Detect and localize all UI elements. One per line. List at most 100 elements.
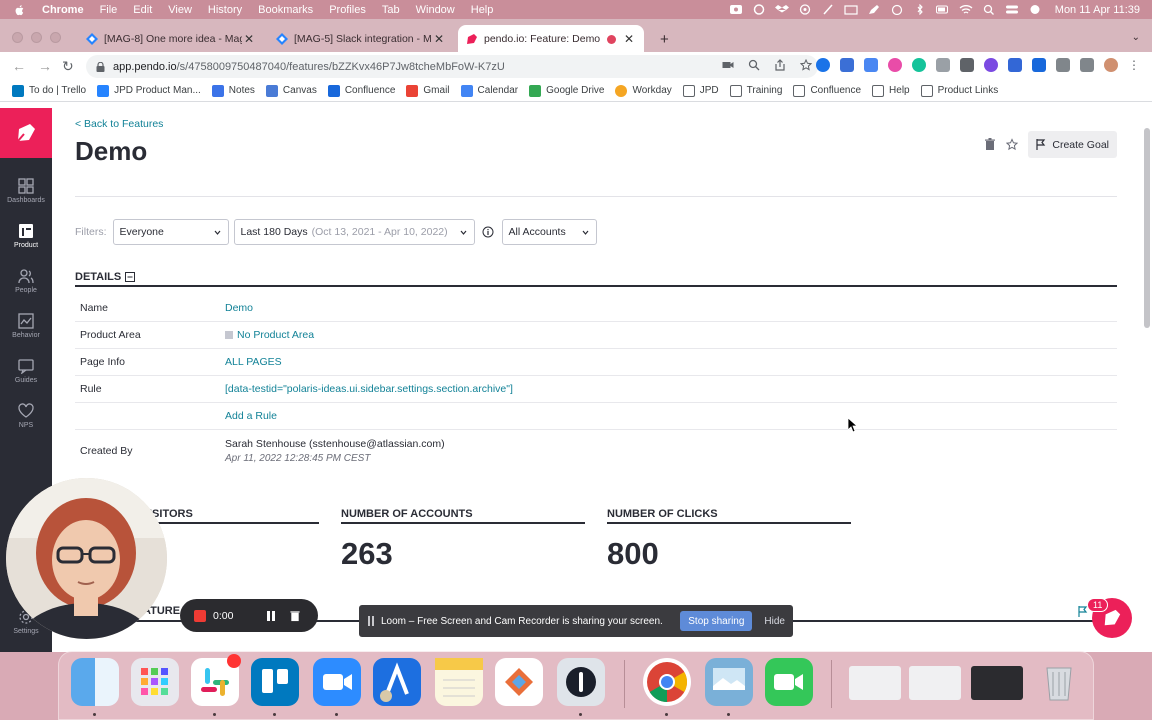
- accounts-select[interactable]: All Accounts: [501, 219, 597, 245]
- menu-edit[interactable]: Edit: [133, 4, 152, 16]
- drag-handle-icon[interactable]: [367, 616, 375, 626]
- feature-name-link[interactable]: Demo: [225, 302, 253, 314]
- extension-atlassian-icon[interactable]: [864, 58, 878, 72]
- extension-grammarly-icon[interactable]: [912, 58, 926, 72]
- zoom-icon[interactable]: [748, 59, 760, 71]
- sidebar-item-dashboards[interactable]: Dashboards: [0, 168, 52, 213]
- bookmark-confluence[interactable]: Confluence: [327, 84, 395, 97]
- menu-app-chrome[interactable]: Chrome: [42, 4, 84, 16]
- bookmark-folder-confluence[interactable]: Confluence: [793, 84, 861, 97]
- feather-icon[interactable]: [821, 4, 835, 15]
- extensions-menu-icon[interactable]: [1056, 58, 1070, 72]
- hide-sharing-bar-button[interactable]: Hide: [764, 616, 785, 627]
- sidebar-item-nps[interactable]: NPS: [0, 393, 52, 438]
- address-bar[interactable]: app.pendo.io/s/4758009750487040/features…: [86, 55, 818, 78]
- facetime-icon[interactable]: [765, 658, 813, 706]
- bookmark-folder-jpd[interactable]: JPD: [682, 84, 719, 97]
- star-icon[interactable]: [1006, 138, 1019, 151]
- menu-help[interactable]: Help: [471, 4, 494, 16]
- sidebar-item-guides[interactable]: Guides: [0, 348, 52, 393]
- pen-icon[interactable]: [867, 4, 881, 15]
- bookmark-folder-product-links[interactable]: Product Links: [920, 84, 998, 97]
- bookmark-gmail[interactable]: Gmail: [406, 84, 450, 97]
- screen-icon[interactable]: [844, 4, 858, 15]
- zoom-icon[interactable]: [313, 658, 361, 706]
- forward-arrow-icon[interactable]: →: [38, 58, 52, 74]
- bluetooth-icon[interactable]: [913, 4, 927, 15]
- pendo-logo[interactable]: [0, 108, 52, 158]
- minimized-window-thumbnail[interactable]: [849, 666, 901, 700]
- loom-menubar-icon[interactable]: [752, 4, 766, 15]
- trash-icon[interactable]: [984, 138, 996, 151]
- record-status-icon[interactable]: [729, 4, 743, 15]
- battery-icon[interactable]: [935, 4, 950, 15]
- add-rule-link[interactable]: Add a Rule: [225, 410, 277, 422]
- menu-profiles[interactable]: Profiles: [329, 4, 366, 16]
- tab-pendo-feature[interactable]: pendo.io: Feature: Demo ✕: [458, 25, 644, 53]
- stop-sharing-button[interactable]: Stop sharing: [680, 611, 753, 631]
- tab-mag-5[interactable]: [MAG-5] Slack integration - M ✕: [268, 25, 454, 53]
- loom-webcam-bubble[interactable]: [6, 478, 167, 639]
- timer-icon[interactable]: [890, 4, 904, 15]
- bookmark-jpd-product[interactable]: JPD Product Man...: [97, 84, 201, 97]
- rule-link[interactable]: [data-testid="polaris-ideas.ui.sidebar.s…: [225, 383, 513, 395]
- stop-recording-button[interactable]: [194, 609, 206, 622]
- bookmark-canvas[interactable]: Canvas: [265, 84, 317, 97]
- pause-icon[interactable]: [265, 610, 277, 622]
- wifi-icon[interactable]: [959, 4, 973, 15]
- extension-heart-icon[interactable]: [888, 58, 902, 72]
- launchpad-icon[interactable]: [131, 658, 179, 706]
- minimized-window-thumbnail[interactable]: [971, 666, 1023, 700]
- at-icon[interactable]: [798, 4, 812, 15]
- profile-avatar[interactable]: [1104, 58, 1118, 72]
- share-icon[interactable]: [774, 59, 786, 71]
- minimized-window-thumbnail[interactable]: [909, 666, 961, 700]
- trash-icon[interactable]: [289, 610, 301, 622]
- xcode-icon[interactable]: [373, 658, 421, 706]
- zoom-window-button[interactable]: [50, 32, 61, 43]
- product-area-link[interactable]: No Product Area: [225, 329, 314, 341]
- dropbox-icon[interactable]: [774, 4, 789, 15]
- chrome-menu-icon[interactable]: ⋮: [1128, 58, 1140, 72]
- back-arrow-icon[interactable]: ←: [12, 58, 26, 74]
- close-tab-icon[interactable]: ✕: [242, 32, 256, 46]
- lock-icon[interactable]: [96, 61, 105, 72]
- extension-jira-icon[interactable]: [840, 58, 854, 72]
- notes-icon[interactable]: [435, 658, 483, 706]
- menubar-clock[interactable]: Mon 11 Apr 11:39: [1055, 4, 1140, 16]
- control-center-icon[interactable]: [1005, 4, 1019, 15]
- date-range-select[interactable]: Last 180 Days (Oct 13, 2021 - Apr 10, 20…: [233, 219, 475, 245]
- page-info-link[interactable]: ALL PAGES: [225, 356, 282, 368]
- onepassword-icon[interactable]: [557, 658, 605, 706]
- sidebar-item-behavior[interactable]: Behavior: [0, 303, 52, 348]
- tab-search-chevron-icon[interactable]: ⌄: [1132, 32, 1140, 43]
- extension-lastpass-icon[interactable]: [1008, 58, 1022, 72]
- menu-bookmarks[interactable]: Bookmarks: [258, 4, 313, 16]
- menu-history[interactable]: History: [208, 4, 242, 16]
- bookmark-todo-trello[interactable]: To do | Trello: [12, 84, 86, 97]
- extension-puzzle-icon[interactable]: [936, 58, 950, 72]
- tab-mag-8[interactable]: [MAG-8] One more idea - Mag ✕: [78, 25, 264, 53]
- teams-app-icon[interactable]: [495, 658, 543, 706]
- extension-arrow-icon[interactable]: [1032, 58, 1046, 72]
- collapse-icon[interactable]: [125, 272, 136, 282]
- new-tab-button[interactable]: +: [660, 31, 669, 48]
- extension-loom-icon[interactable]: [984, 58, 998, 72]
- trash-icon[interactable]: [1035, 658, 1083, 706]
- bookmark-workday[interactable]: Workday: [615, 84, 672, 97]
- minimize-window-button[interactable]: [31, 32, 42, 43]
- camera-icon[interactable]: [722, 59, 734, 71]
- close-window-button[interactable]: [12, 32, 23, 43]
- details-section-header[interactable]: DETAILS: [75, 271, 1117, 287]
- spotlight-search-icon[interactable]: [982, 4, 996, 15]
- preview-icon[interactable]: [705, 658, 753, 706]
- extension-globe-icon[interactable]: [816, 58, 830, 72]
- bookmark-google-drive[interactable]: Google Drive: [529, 84, 604, 97]
- trello-icon[interactable]: [251, 658, 299, 706]
- extension-bookmark-icon[interactable]: [960, 58, 974, 72]
- bookmark-notes[interactable]: Notes: [211, 84, 255, 97]
- bookmark-calendar[interactable]: Calendar: [460, 84, 518, 97]
- apple-icon[interactable]: [14, 4, 26, 16]
- page-scrollbar[interactable]: [1144, 128, 1150, 328]
- bookmark-folder-training[interactable]: Training: [729, 84, 782, 97]
